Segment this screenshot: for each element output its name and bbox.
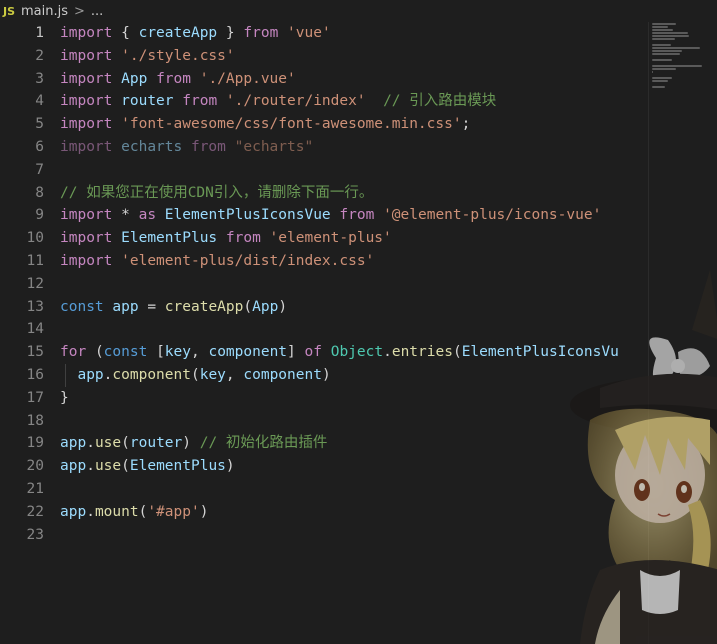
code-line[interactable]: app.use(router) // 初始化路由插件: [60, 432, 717, 455]
minimap-line: [652, 53, 681, 55]
indent-guide: [65, 363, 66, 387]
minimap-line: [652, 77, 673, 79]
code-line[interactable]: app.mount('#app'): [60, 501, 717, 524]
line-number: 10: [26, 230, 44, 247]
line-number: 9: [35, 207, 44, 224]
minimap-line: [652, 68, 677, 70]
code-line[interactable]: import './style.css': [60, 45, 717, 68]
code-line[interactable]: import echarts from "echarts": [60, 136, 717, 159]
line-number: 15: [26, 344, 44, 361]
minimap-line: [652, 86, 666, 88]
minimap-line: [652, 29, 674, 31]
minimap-line: [652, 44, 671, 46]
line-number: 16: [26, 366, 44, 383]
line-number: 3: [35, 70, 44, 87]
breadcrumb-more[interactable]: ...: [91, 4, 103, 19]
code-line[interactable]: }: [60, 387, 717, 410]
javascript-file-icon: JS: [3, 4, 16, 18]
minimap-line: [652, 23, 677, 25]
code-line[interactable]: import { createApp } from 'vue': [60, 22, 717, 45]
code-line[interactable]: const app = createApp(App): [60, 296, 717, 319]
minimap-line: [652, 80, 668, 82]
minimap-line: [652, 38, 675, 40]
breadcrumb: JS main.js > ...: [0, 0, 717, 22]
chevron-right-icon: >: [74, 3, 85, 19]
minimap-line: [652, 50, 682, 52]
minimap-line: [652, 47, 701, 49]
editor-scrollbar-track[interactable]: [648, 22, 649, 644]
minimap-line: [652, 32, 688, 34]
line-number: 18: [26, 412, 44, 429]
line-number: 22: [26, 503, 44, 520]
line-number: 17: [26, 389, 44, 406]
line-number: 14: [26, 321, 44, 338]
code-lines[interactable]: import { createApp } from 'vue' import '.…: [60, 22, 717, 546]
code-line[interactable]: [60, 273, 717, 296]
code-line[interactable]: import 'font-awesome/css/font-awesome.mi…: [60, 113, 717, 136]
line-number: 6: [35, 138, 44, 155]
minimap-line: [652, 35, 689, 37]
line-number: 13: [26, 298, 44, 315]
line-number: 1: [35, 25, 44, 41]
code-line[interactable]: // 如果您正在使用CDN引入，请删除下面一行。: [60, 182, 717, 205]
code-line[interactable]: [60, 410, 717, 433]
code-line[interactable]: for (const [key, component] of Object.en…: [60, 341, 717, 364]
code-line[interactable]: [60, 478, 717, 501]
code-line[interactable]: import 'element-plus/dist/index.css': [60, 250, 717, 273]
line-number: 11: [26, 252, 44, 269]
code-line[interactable]: import ElementPlus from 'element-plus': [60, 227, 717, 250]
code-line[interactable]: import App from './App.vue': [60, 68, 717, 91]
code-line[interactable]: import * as ElementPlusIconsVue from '@e…: [60, 204, 717, 227]
code-editor[interactable]: 1 2 3 4 5 6 7 8 9 10 11 12 13 14 15 16 17 18 19 20 21 22 23 im…: [0, 22, 717, 644]
code-line[interactable]: [60, 318, 717, 341]
line-number: 23: [26, 526, 44, 543]
breadcrumb-file-name[interactable]: main.js: [21, 4, 68, 19]
line-number: 21: [26, 480, 44, 497]
line-number: 12: [26, 275, 44, 292]
code-line[interactable]: [60, 524, 717, 547]
code-line[interactable]: import router from './router/index' // 引…: [60, 90, 717, 113]
line-number: 20: [26, 458, 44, 475]
line-number: 19: [26, 435, 44, 452]
code-line[interactable]: app.component(key, component): [60, 363, 717, 387]
code-line[interactable]: [60, 159, 717, 182]
minimap-line: [652, 26, 668, 28]
line-number: 5: [35, 116, 44, 133]
line-number: 2: [35, 47, 44, 64]
line-number: 4: [35, 93, 44, 110]
line-number-gutter: 1 2 3 4 5 6 7 8 9 10 11 12 13 14 15 16 17 18 19 20 21 22 23: [0, 22, 44, 546]
line-number: 7: [35, 161, 44, 178]
minimap[interactable]: [652, 22, 704, 100]
code-line[interactable]: app.use(ElementPlus): [60, 455, 717, 478]
minimap-line: [652, 65, 702, 67]
line-number: 8: [35, 184, 44, 201]
minimap-line: [652, 71, 653, 73]
minimap-line: [652, 59, 673, 61]
